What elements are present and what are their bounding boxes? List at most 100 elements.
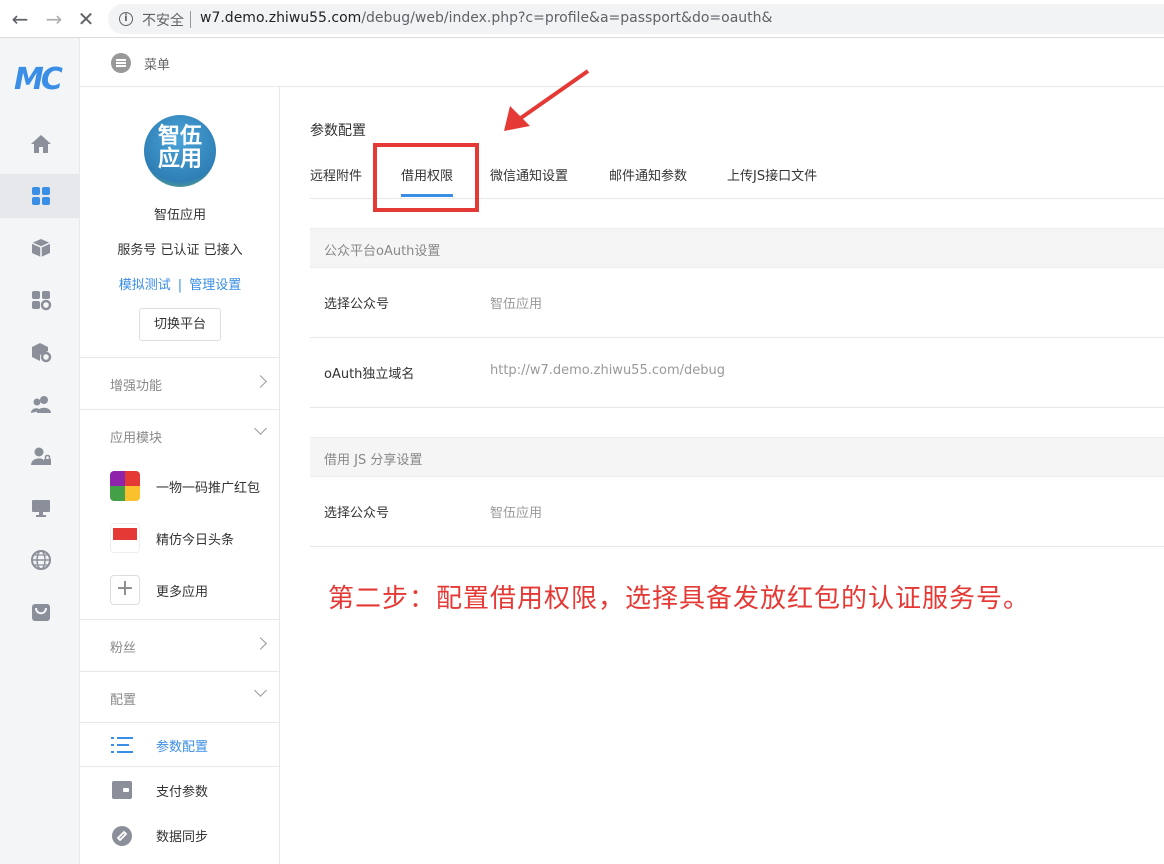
rail-user-lock[interactable] bbox=[0, 434, 80, 478]
tab-upload-js[interactable]: 上传JS接口文件 bbox=[727, 165, 817, 184]
row-label: 选择公众号 bbox=[324, 506, 390, 521]
avatar-text-top: 智伍 bbox=[157, 124, 202, 149]
package-settings-icon bbox=[32, 343, 52, 363]
redpacket-app-icon bbox=[110, 471, 140, 501]
row-label: 选择公众号 bbox=[324, 297, 390, 312]
tab-label: 邮件通知参数 bbox=[609, 169, 688, 184]
plus-icon: + bbox=[110, 575, 140, 605]
row-value[interactable]: 智伍应用 bbox=[490, 502, 542, 521]
rail-module-settings[interactable] bbox=[0, 278, 80, 322]
box-icon bbox=[31, 239, 51, 257]
js-row-account[interactable]: 选择公众号 智伍应用 bbox=[310, 477, 1164, 547]
avatar-text-bottom: 应用 bbox=[157, 147, 202, 172]
module-item-toutiao[interactable]: 精仿今日头条 bbox=[80, 512, 280, 564]
tab-email-notify[interactable]: 邮件通知参数 bbox=[609, 165, 687, 184]
module-settings-icon bbox=[32, 291, 52, 311]
manage-settings-link[interactable]: 管理设置 bbox=[189, 278, 241, 293]
chevron-down-icon bbox=[254, 422, 267, 435]
module-item-redpacket[interactable]: 一物一码推广红包 bbox=[80, 460, 280, 512]
section-fans[interactable]: 粉丝 bbox=[80, 619, 280, 671]
browser-toolbar: ← → ✕ i 不安全 w7.demo.zhiwu55.com/debug/we… bbox=[0, 0, 1164, 38]
toutiao-app-icon bbox=[110, 523, 140, 553]
divider bbox=[190, 11, 191, 28]
monitor-icon bbox=[32, 500, 50, 517]
module-item-label: 一物一码推广红包 bbox=[156, 481, 261, 496]
rail-store[interactable] bbox=[0, 590, 80, 634]
config-item-payment[interactable]: 支付参数 bbox=[80, 768, 280, 813]
account-links: 模拟测试 | 管理设置 bbox=[80, 274, 280, 293]
section-enhance-label: 增强功能 bbox=[110, 379, 163, 394]
tab-label: 上传JS接口文件 bbox=[727, 169, 818, 184]
section-enhance[interactable]: 增强功能 bbox=[80, 357, 280, 409]
config-item-label: 参数配置 bbox=[156, 740, 209, 755]
module-item-label: 更多应用 bbox=[156, 585, 209, 600]
rail-monitor[interactable] bbox=[0, 486, 80, 530]
section-modules[interactable]: 应用模块 bbox=[80, 409, 280, 461]
config-item-sync[interactable]: 数据同步 bbox=[80, 813, 280, 858]
config-item-label: 数据同步 bbox=[156, 830, 209, 845]
globe-icon bbox=[31, 550, 51, 570]
row-label: oAuth独立域名 bbox=[324, 367, 415, 382]
annotation-highlight-box bbox=[373, 143, 479, 212]
account-avatar: 智伍 应用 bbox=[144, 115, 216, 187]
tab-wechat-notify[interactable]: 微信通知设置 bbox=[490, 165, 568, 184]
config-item-params[interactable]: 参数配置 bbox=[80, 722, 280, 767]
switch-platform-button[interactable]: 切换平台 bbox=[139, 308, 221, 341]
address-bar[interactable]: i 不安全 w7.demo.zhiwu55.com/debug/web/inde… bbox=[108, 4, 1164, 34]
store-icon bbox=[32, 604, 50, 621]
url-text[interactable]: w7.demo.zhiwu55.com/debug/web/index.php?… bbox=[200, 10, 772, 26]
oauth-section-title: 公众平台oAuth设置 bbox=[324, 244, 441, 259]
rail-globe[interactable] bbox=[0, 538, 80, 582]
link-icon bbox=[112, 826, 132, 846]
annotation-note: 第二步：配置借用权限，选择具备发放红包的认证服务号。 bbox=[328, 584, 1031, 614]
stop-loading-icon[interactable]: ✕ bbox=[74, 8, 98, 30]
chevron-right-icon bbox=[254, 375, 267, 388]
account-name: 智伍应用 bbox=[153, 208, 206, 223]
js-section-header: 借用 JS 分享设置 bbox=[310, 437, 1164, 477]
rail-users[interactable] bbox=[0, 382, 80, 426]
list-settings-icon bbox=[111, 737, 133, 753]
rail-package-settings[interactable] bbox=[0, 330, 80, 374]
account-sidebar: 智伍 应用 智伍应用 服务号 已认证 已接入 模拟测试 | 管理设置 切换平台 增强… bbox=[80, 87, 280, 864]
tab-label: 微信通知设置 bbox=[490, 169, 569, 184]
link-divider: | bbox=[177, 278, 183, 293]
row-value[interactable]: 智伍应用 bbox=[490, 293, 542, 312]
info-icon[interactable]: i bbox=[119, 12, 133, 26]
top-header: 菜单 bbox=[80, 38, 1164, 87]
security-label[interactable]: 不安全 bbox=[142, 10, 184, 30]
chevron-down-icon bbox=[254, 684, 267, 697]
tab-label: 远程附件 bbox=[310, 169, 363, 184]
rail-box[interactable] bbox=[0, 226, 80, 270]
section-fans-label: 粉丝 bbox=[110, 641, 137, 656]
rail-apps[interactable] bbox=[0, 174, 80, 218]
oauth-row-domain[interactable]: oAuth独立域名 http://w7.demo.zhiwu55.com/deb… bbox=[310, 338, 1164, 408]
user-lock-icon bbox=[31, 447, 51, 465]
apps-grid-icon bbox=[32, 187, 50, 205]
annotation-arrow-icon bbox=[504, 69, 590, 131]
section-config[interactable]: 配置 bbox=[80, 671, 280, 723]
module-item-label: 精仿今日头条 bbox=[156, 533, 235, 548]
wallet-icon bbox=[112, 781, 132, 799]
simulate-test-link[interactable]: 模拟测试 bbox=[119, 278, 171, 293]
menu-list-icon[interactable] bbox=[111, 53, 131, 73]
section-config-label: 配置 bbox=[110, 693, 137, 708]
icon-rail: MC bbox=[0, 38, 80, 864]
module-item-more[interactable]: + 更多应用 bbox=[80, 564, 280, 616]
page-title: 参数配置 bbox=[310, 123, 366, 139]
account-status: 服务号 已认证 已接入 bbox=[117, 243, 243, 258]
url-path: /debug/web/index.php?c=profile&a=passpor… bbox=[361, 10, 773, 26]
oauth-section-header: 公众平台oAuth设置 bbox=[310, 228, 1164, 268]
config-item-label: 支付参数 bbox=[156, 785, 209, 800]
forward-icon[interactable]: → bbox=[42, 8, 66, 30]
row-value[interactable]: http://w7.demo.zhiwu55.com/debug bbox=[490, 363, 725, 378]
js-section-title: 借用 JS 分享设置 bbox=[324, 453, 423, 468]
users-icon bbox=[31, 396, 51, 413]
rail-home[interactable] bbox=[0, 122, 80, 166]
section-modules-label: 应用模块 bbox=[110, 431, 163, 446]
menu-label[interactable]: 菜单 bbox=[144, 54, 170, 73]
oauth-row-account[interactable]: 选择公众号 智伍应用 bbox=[310, 268, 1164, 338]
logo[interactable]: MC bbox=[14, 62, 63, 97]
back-icon[interactable]: ← bbox=[8, 8, 32, 30]
tab-remote-attachment[interactable]: 远程附件 bbox=[310, 165, 362, 184]
home-icon bbox=[31, 135, 51, 153]
